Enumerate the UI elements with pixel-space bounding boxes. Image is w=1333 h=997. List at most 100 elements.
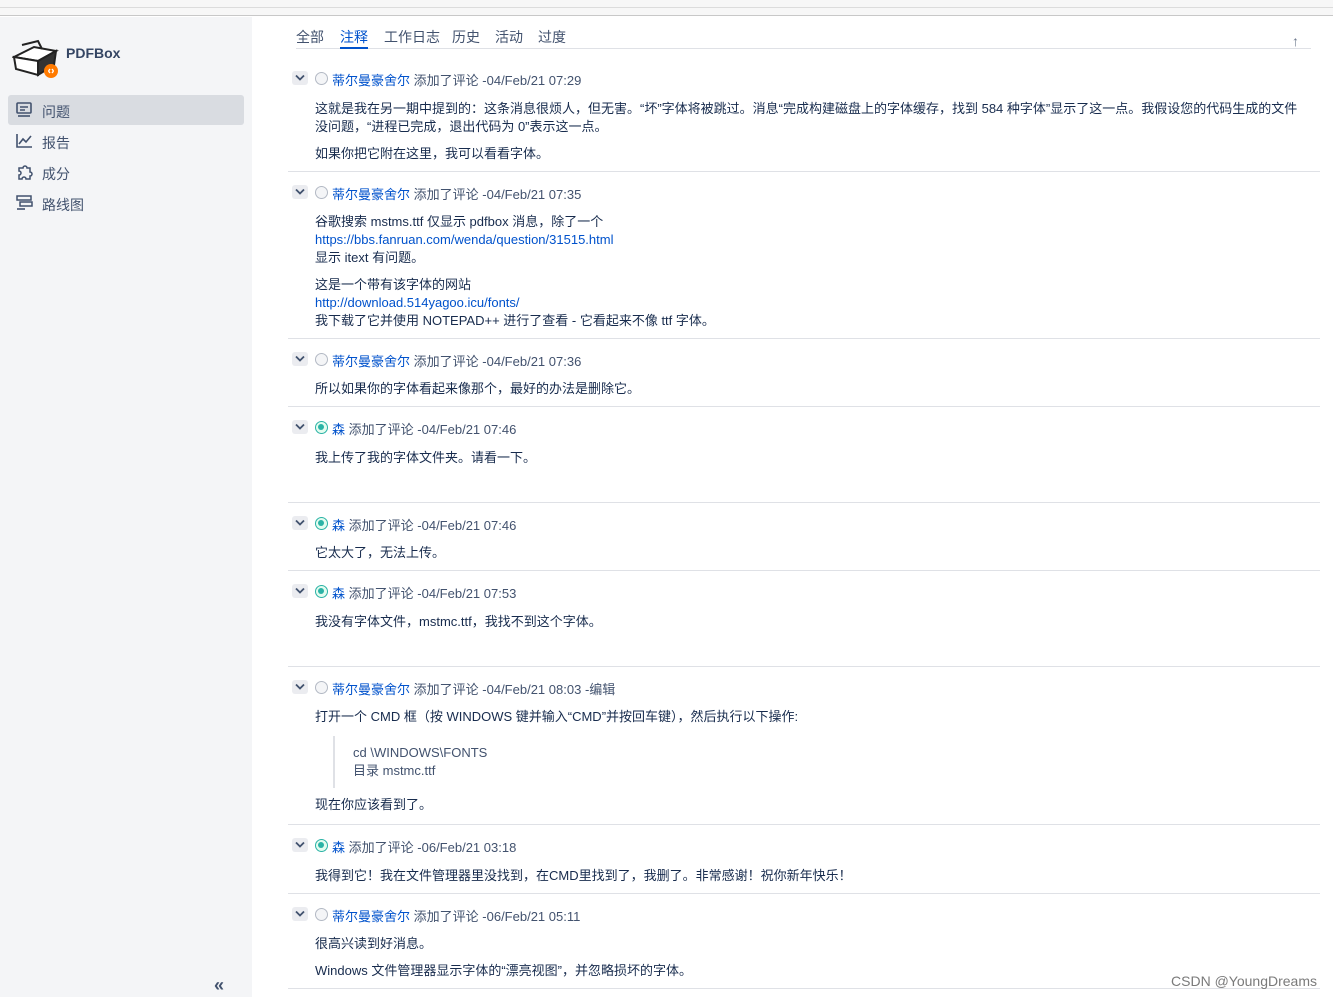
tab-history[interactable]: 历史	[452, 27, 480, 49]
chevron-down-icon	[295, 74, 305, 81]
chevron-down-icon	[295, 355, 305, 362]
activity-tabs: 全部 注释 工作日志 历史 活动 过度 ↑	[296, 27, 1311, 49]
comment-author[interactable]: 森	[332, 422, 345, 437]
tab-comments[interactable]: 注释	[340, 27, 368, 49]
comment-header: 蒂尔曼豪舍尔 添加了评论 -06/Feb/21 05:11	[332, 906, 580, 925]
comment-body: 它太大了，无法上传。	[315, 544, 1300, 562]
comment-action: 添加了评论	[348, 586, 414, 601]
sidebar-item-reports[interactable]: 报告	[8, 126, 244, 156]
comment-text: 如果你把它附在这里，我可以看看字体。	[315, 146, 550, 161]
avatar	[315, 908, 328, 921]
avatar	[315, 353, 328, 366]
collapse-sidebar-button[interactable]: «	[214, 975, 224, 996]
chevron-down-icon	[295, 841, 305, 848]
comment-body: 这就是我在另一期中提到的：这条消息很烦人，但无害。“坏”字体将被跳过。消息“完成…	[315, 100, 1300, 163]
comment-time: -04/Feb/21 07:53	[417, 586, 517, 601]
avatar	[315, 421, 328, 434]
project-header[interactable]: PDFBox	[12, 39, 242, 79]
comment-author[interactable]: 蒂尔曼豪舍尔	[332, 682, 410, 697]
comment-action: 添加了评论	[413, 187, 479, 202]
sort-order-icon[interactable]: ↑	[1292, 33, 1299, 49]
collapse-comment-button[interactable]	[292, 907, 308, 921]
comment-author[interactable]: 蒂尔曼豪舍尔	[332, 354, 410, 369]
comment-body: 我得到它！我在文件管理器里没找到，在CMD里找到了，我删了。非常感谢！祝你新年快…	[315, 867, 1300, 885]
collapse-comment-button[interactable]	[292, 584, 308, 598]
comment-text: 现在你应该看到了。	[315, 797, 433, 812]
comment-action: 添加了评论	[348, 422, 414, 437]
browser-top-bar	[0, 0, 1333, 16]
comment-author[interactable]: 蒂尔曼豪舍尔	[332, 909, 410, 924]
sidebar-item-label: 路线图	[42, 197, 84, 213]
comment-text: 这是一个带有该字体的网站	[315, 277, 472, 292]
tab-transitions[interactable]: 过度	[538, 27, 566, 49]
sidebar-item-label: 成分	[42, 166, 70, 182]
comment-header: 森 添加了评论 -06/Feb/21 03:18	[332, 837, 516, 856]
code-line: 目录 mstmc.ttf	[353, 763, 436, 778]
comment-action: 添加了评论	[413, 73, 479, 88]
comment-item: 蒂尔曼豪舍尔 添加了评论 -06/Feb/21 05:11 很高兴读到好消息。 …	[288, 895, 1320, 989]
comment-author[interactable]: 蒂尔曼豪舍尔	[332, 73, 410, 88]
collapse-comment-button[interactable]	[292, 185, 308, 199]
comment-text: 所以如果你的字体看起来像那个，最好的办法是删除它。	[315, 381, 641, 396]
comment-time: -04/Feb/21 07:35	[482, 187, 582, 202]
avatar	[315, 585, 328, 598]
components-icon	[18, 165, 33, 180]
collapse-comment-button[interactable]	[292, 516, 308, 530]
comment-time: -04/Feb/21 07:36	[482, 354, 582, 369]
comment-author[interactable]: 蒂尔曼豪舍尔	[332, 187, 410, 202]
comment-text: 显示 itext 有问题。	[315, 250, 425, 265]
activity-panel: 全部 注释 工作日志 历史 活动 过度 ↑ 蒂尔曼豪舍尔 添加了评论 -04/F…	[288, 17, 1320, 997]
comment-text: 我上传了我的字体文件夹。请看一下。	[315, 450, 537, 465]
chevron-down-icon	[295, 683, 305, 690]
comment-header: 森 添加了评论 -04/Feb/21 07:53	[332, 583, 516, 602]
comment-body: 打开一个 CMD 框（按 WINDOWS 键并输入“CMD”并按回车键），然后执…	[315, 708, 1300, 814]
sidebar-item-label: 问题	[42, 104, 70, 120]
avatar	[315, 72, 328, 85]
sidebar-item-components[interactable]: 成分	[8, 157, 244, 187]
collapse-comment-button[interactable]	[292, 71, 308, 85]
project-name: PDFBox	[66, 45, 121, 61]
tab-all[interactable]: 全部	[296, 27, 324, 49]
comment-time: -04/Feb/21 07:29	[482, 73, 582, 88]
comment-text: 我没有字体文件，mstmc.ttf，我找不到这个字体。	[315, 614, 602, 629]
comment-action: 添加了评论	[413, 682, 479, 697]
comment-time: -04/Feb/21 07:46	[417, 518, 517, 533]
comment-author[interactable]: 森	[332, 586, 345, 601]
comment-time: -04/Feb/21 08:03	[482, 682, 582, 697]
comment-body: 谷歌搜索 mstms.ttf 仅显示 pdfbox 消息，除了一个 https:…	[315, 213, 1300, 330]
sidebar-item-issues[interactable]: 问题	[8, 95, 244, 125]
comment-author[interactable]: 森	[332, 518, 345, 533]
comment-time: -06/Feb/21 05:11	[482, 909, 581, 924]
comment-item: 蒂尔曼豪舍尔 添加了评论 -04/Feb/21 07:29 这就是我在另一期中提…	[288, 67, 1320, 172]
comment-action: 添加了评论	[413, 909, 479, 924]
comment-text: 我下载了它并使用 NOTEPAD++ 进行了查看 - 它看起来不像 ttf 字体…	[315, 313, 715, 328]
chevron-down-icon	[295, 519, 305, 526]
collapse-comment-button[interactable]	[292, 680, 308, 694]
comment-text: Windows 文件管理器显示字体的“漂亮视图”，并忽略损坏的字体。	[315, 963, 693, 978]
code-line: cd \WINDOWS\FONTS	[353, 745, 488, 760]
comment-text: 它太大了，无法上传。	[315, 545, 446, 560]
tab-activity[interactable]: 活动	[495, 27, 523, 49]
tab-work-log[interactable]: 工作日志	[384, 27, 440, 49]
sidebar-item-roadmap[interactable]: 路线图	[8, 188, 244, 218]
comment-item: 森 添加了评论 -04/Feb/21 07:46 我上传了我的字体文件夹。请看一…	[288, 408, 1320, 503]
avatar	[315, 681, 328, 694]
comment-link[interactable]: https://bbs.fanruan.com/wenda/question/3…	[315, 231, 1300, 249]
comment-item: 森 添加了评论 -04/Feb/21 07:46 它太大了，无法上传。	[288, 504, 1320, 571]
comment-item: 蒂尔曼豪舍尔 添加了评论 -04/Feb/21 07:35 谷歌搜索 mstms…	[288, 173, 1320, 339]
chevron-down-icon	[295, 587, 305, 594]
collapse-comment-button[interactable]	[292, 352, 308, 366]
collapse-comment-button[interactable]	[292, 838, 308, 852]
chevron-down-icon	[295, 188, 305, 195]
collapse-comment-button[interactable]	[292, 420, 308, 434]
comment-time: -04/Feb/21 07:46	[417, 422, 517, 437]
comment-link[interactable]: http://download.514yagoo.icu/fonts/	[315, 294, 1300, 312]
comment-body: 我上传了我的字体文件夹。请看一下。	[315, 449, 1300, 467]
comment-header: 蒂尔曼豪舍尔 添加了评论 -04/Feb/21 07:29	[332, 70, 581, 89]
pdfbox-logo-icon	[12, 39, 59, 78]
sidebar-item-label: 报告	[42, 135, 70, 151]
comment-action: 添加了评论	[413, 354, 479, 369]
comment-header: 蒂尔曼豪舍尔 添加了评论 -04/Feb/21 08:03 -编辑	[332, 679, 615, 698]
comment-author[interactable]: 森	[332, 840, 345, 855]
issues-icon	[16, 102, 32, 117]
